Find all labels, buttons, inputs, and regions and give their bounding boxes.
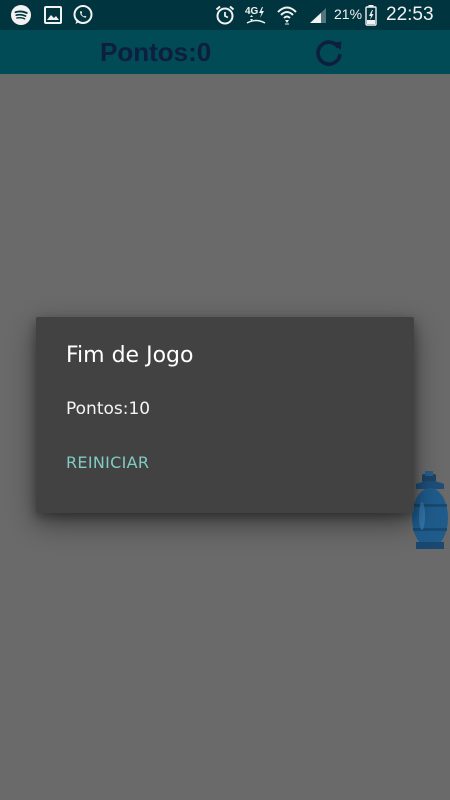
whatsapp-icon: [72, 4, 94, 26]
gas-cylinder-sprite[interactable]: [410, 470, 450, 550]
wifi-icon: [276, 4, 298, 26]
battery-percent: 21%: [334, 6, 363, 22]
refresh-icon: [316, 40, 342, 66]
alarm-icon: [214, 4, 236, 26]
gas-cylinder-icon: [412, 471, 448, 549]
dialog-message: Pontos:10: [66, 399, 151, 419]
signal-icon: [307, 4, 329, 26]
status-clock: 22:53: [386, 4, 434, 25]
4g-data-icon: 4G: [244, 4, 268, 26]
score-label: Pontos:0: [100, 37, 212, 67]
refresh-button[interactable]: [311, 35, 347, 71]
battery-charging-icon: [364, 4, 378, 26]
spotify-icon: [10, 4, 32, 26]
gallery-icon: [42, 4, 64, 26]
status-bar: 4G 21% 22:53: [0, 0, 450, 30]
restart-button[interactable]: REINICIAR: [58, 447, 157, 478]
dialog-title: Fim de Jogo: [66, 343, 194, 368]
game-over-dialog: Fim de Jogo Pontos:10 REINICIAR: [36, 317, 414, 513]
app-bar: Pontos:0: [0, 30, 450, 74]
svg-text:4G: 4G: [245, 6, 259, 17]
